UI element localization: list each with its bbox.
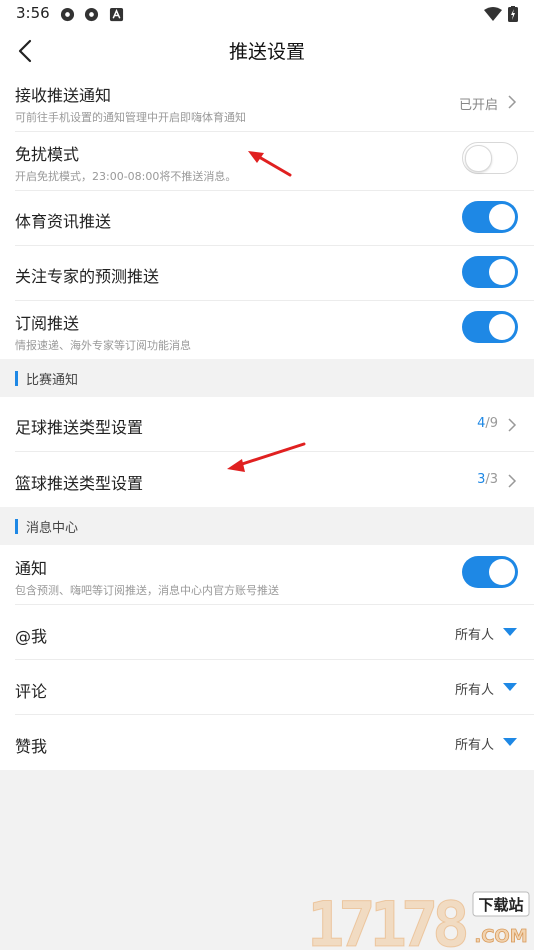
at-me-label: @我 xyxy=(15,627,48,646)
toggle-knob xyxy=(489,314,515,340)
like-row[interactable]: 赞我 所有人 xyxy=(0,715,534,770)
like-label: 赞我 xyxy=(15,737,48,756)
section-header-message: 消息中心 xyxy=(0,507,534,545)
football-push-count: 4/9 xyxy=(477,416,498,431)
battery-icon xyxy=(508,6,518,22)
section-title-match: 比赛通知 xyxy=(26,373,79,388)
subscribe-description: 情报速递、海外专家等订阅功能消息 xyxy=(15,339,191,352)
subscribe-label: 订阅推送 xyxy=(15,314,80,333)
annotation-arrow-icon xyxy=(227,442,306,472)
chevron-right-icon xyxy=(508,95,517,109)
section-title-message: 消息中心 xyxy=(26,521,79,536)
toggle-knob xyxy=(489,259,515,285)
football-push-type-label: 足球推送类型设置 xyxy=(15,418,144,437)
status-time: 3:56 xyxy=(16,4,50,22)
subscribe-toggle[interactable] xyxy=(462,311,518,343)
toggle-knob xyxy=(465,144,492,172)
font-app-icon xyxy=(109,7,124,22)
comment-label: 评论 xyxy=(15,682,48,701)
dnd-description: 开启免扰模式，23:00-08:00将不推送消息。 xyxy=(15,170,237,183)
at-me-value[interactable]: 所有人 xyxy=(455,624,494,643)
receive-push-label: 接收推送通知 xyxy=(15,86,112,105)
status-bar: 3:56 xyxy=(0,0,534,28)
section-accent-bar xyxy=(15,371,18,386)
expert-prediction-row: 关注专家的预测推送 xyxy=(0,246,534,301)
football-total-count: /9 xyxy=(485,416,498,431)
dnd-toggle[interactable] xyxy=(462,142,518,174)
watermark-domain: .COM xyxy=(474,926,527,947)
chevron-right-icon xyxy=(508,474,517,488)
receive-push-status: 已开启 xyxy=(458,98,498,113)
watermark-number: 17178 xyxy=(307,888,466,948)
toggle-knob xyxy=(489,559,515,585)
chevron-right-icon xyxy=(508,418,517,432)
notify-toggle[interactable] xyxy=(462,556,518,588)
expert-prediction-label: 关注专家的预测推送 xyxy=(15,267,160,286)
section-accent-bar xyxy=(15,519,18,534)
comment-value[interactable]: 所有人 xyxy=(455,679,494,698)
notify-description: 包含预测、嗨吧等订阅推送，消息中心内官方账号推送 xyxy=(15,584,279,597)
dropdown-triangle-icon[interactable] xyxy=(503,683,517,691)
basketball-push-type-label: 篮球推送类型设置 xyxy=(15,474,144,493)
dropdown-triangle-icon[interactable] xyxy=(503,628,517,636)
sports-news-row: 体育资讯推送 xyxy=(0,191,534,246)
wifi-icon xyxy=(484,7,502,21)
app-header: 推送设置 xyxy=(0,28,534,74)
app-notification-icon-2 xyxy=(84,7,99,22)
watermark-logo: 17178 下载站 .COM xyxy=(307,888,530,948)
notify-row: 通知 包含预测、嗨吧等订阅推送，消息中心内官方账号推送 xyxy=(0,545,534,605)
receive-push-description: 可前往手机设置的通知管理中开启即嗨体育通知 xyxy=(15,111,246,124)
page-title: 推送设置 xyxy=(228,41,305,63)
comment-row[interactable]: 评论 所有人 xyxy=(0,660,534,715)
notify-label: 通知 xyxy=(15,559,48,578)
dropdown-triangle-icon[interactable] xyxy=(503,738,517,746)
basketball-total-count: /3 xyxy=(485,472,498,487)
toggle-knob xyxy=(489,204,515,230)
like-value[interactable]: 所有人 xyxy=(455,734,494,753)
section-header-match: 比赛通知 xyxy=(0,359,534,397)
receive-push-row[interactable]: 接收推送通知 可前往手机设置的通知管理中开启即嗨体育通知 已开启 xyxy=(0,74,534,132)
watermark-badge: 下载站 xyxy=(478,896,523,914)
dnd-label: 免扰模式 xyxy=(15,145,80,164)
app-notification-icon xyxy=(60,7,75,22)
sports-news-label: 体育资讯推送 xyxy=(15,212,112,231)
sports-news-toggle[interactable] xyxy=(462,201,518,233)
subscribe-row: 订阅推送 情报速递、海外专家等订阅功能消息 xyxy=(0,301,534,359)
expert-prediction-toggle[interactable] xyxy=(462,256,518,288)
annotation-arrow-icon xyxy=(248,151,292,177)
at-me-row[interactable]: @我 所有人 xyxy=(0,605,534,660)
basketball-push-count: 3/3 xyxy=(477,472,498,487)
